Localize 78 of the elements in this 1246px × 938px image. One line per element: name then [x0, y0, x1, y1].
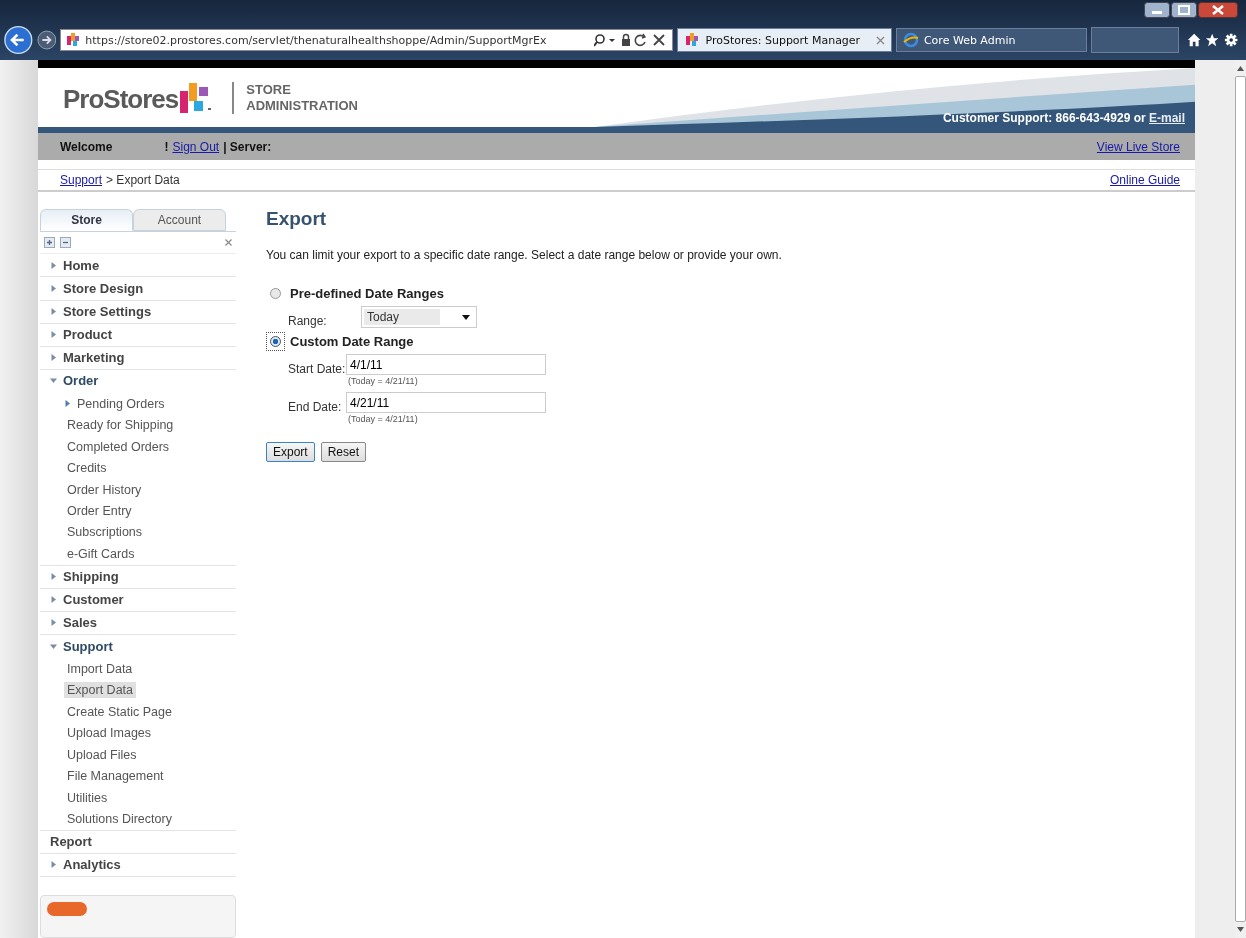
scroll-up-icon[interactable] — [1237, 66, 1244, 71]
home-icon[interactable] — [1187, 32, 1202, 48]
sidebar-item[interactable]: Marketing — [40, 346, 236, 370]
scrollbar-thumb[interactable] — [1235, 76, 1246, 922]
sidebar-subitem[interactable]: Solutions Directory — [64, 811, 175, 828]
sidebar-subitem[interactable]: Order History — [64, 481, 145, 498]
welcome-label: Welcome — [60, 139, 113, 154]
minimize-icon[interactable] — [1144, 2, 1170, 18]
radio-button[interactable] — [270, 287, 281, 299]
sidebar-subitem[interactable]: Utilities — [64, 789, 111, 806]
view-store-link[interactable]: View Live Store — [1096, 139, 1180, 154]
globe-icon — [902, 32, 919, 48]
expand-all-icon[interactable] — [44, 237, 55, 249]
sign-out-link[interactable]: Sign Out — [172, 139, 220, 154]
sidebar-item[interactable]: Store Settings — [40, 300, 236, 324]
option-label: Custom Date Range — [290, 333, 414, 349]
date-field[interactable]: 4/1/11 — [346, 354, 546, 375]
sidebar-tab[interactable]: Store — [40, 209, 133, 232]
today-note: (Today = 4/21/11) — [347, 375, 419, 388]
today-note: (Today = 4/21/11) — [347, 413, 419, 426]
option-label: Pre-defined Date Ranges — [290, 285, 444, 301]
scroll-down-icon[interactable] — [1237, 927, 1244, 932]
promo-button[interactable] — [47, 902, 87, 916]
sidebar-item[interactable]: Order — [40, 369, 236, 393]
sidebar-item[interactable]: Report — [40, 830, 236, 854]
caret-icon — [462, 314, 470, 320]
radio-button[interactable] — [270, 335, 281, 347]
email-link[interactable]: E-mail — [1149, 111, 1185, 125]
sidebar-item[interactable]: Store Design — [40, 277, 236, 301]
sidebar-subitem[interactable]: Import Data — [64, 660, 136, 677]
sidebar-subitem[interactable]: Pending Orders — [77, 395, 168, 412]
sidebar-item[interactable]: Home — [40, 254, 236, 278]
sidebar-item[interactable]: Product — [40, 323, 236, 347]
sidebar-subitem[interactable]: Export Data — [64, 682, 136, 699]
sidebar-item[interactable]: Sales — [40, 611, 236, 635]
sidebar-subitem[interactable]: Upload Files — [64, 746, 140, 763]
browser-tab[interactable]: ProStores: Support Manager — [677, 28, 892, 52]
sidebar-item[interactable]: Support — [40, 635, 236, 659]
sidebar-subitem[interactable]: Credits — [64, 460, 110, 477]
breadcrumb-link[interactable]: Support — [60, 173, 103, 187]
page-title: Export — [266, 208, 328, 230]
sidebar-item[interactable]: Shipping — [40, 565, 236, 589]
settings-icon[interactable] — [1223, 32, 1238, 48]
browser-tab[interactable]: Core Web Admin — [895, 28, 1088, 52]
forward-icon[interactable] — [36, 29, 57, 51]
sidebar-subitem[interactable]: Create Static Page — [64, 703, 175, 720]
sidebar-subitem[interactable]: Subscriptions — [64, 524, 146, 541]
back-icon[interactable] — [4, 24, 33, 56]
site-icon — [684, 33, 701, 47]
sidebar-item[interactable]: Analytics — [40, 853, 236, 877]
intro-text: You can limit your export to a specific date range. Select a date range below or provide your own. — [266, 248, 782, 262]
reset-button[interactable]: Reset — [320, 442, 367, 462]
support-info: Customer Support: 866-643-4929 or E-mail — [942, 111, 1185, 125]
sidebar-subitem[interactable]: Completed Orders — [64, 438, 173, 455]
maximize-icon[interactable] — [1171, 2, 1197, 18]
field-label: Range: — [288, 313, 328, 328]
sidebar-subitem[interactable]: Order Entry — [64, 503, 135, 519]
sidebar-tab[interactable]: Account — [133, 209, 226, 232]
admin-title: STORE ADMINISTRATION — [232, 81, 358, 114]
logo-text: ProStores — [63, 83, 179, 115]
caret-icon — [64, 400, 71, 408]
sidebar-item[interactable]: Customer — [40, 588, 236, 612]
address-bar[interactable]: https://store02.prostores.com/servlet/thenaturalhealthshoppe/Admin/SupportMgrEx — [60, 29, 674, 51]
server-label: | Server: — [223, 139, 272, 154]
export-button[interactable]: Export — [266, 442, 315, 462]
sidebar-subitem[interactable]: e-Gift Cards — [64, 545, 138, 562]
breadcrumb-current: > Export Data — [106, 173, 180, 187]
site-icon — [65, 33, 82, 47]
online-guide-link[interactable]: Online Guide — [1109, 173, 1180, 187]
sidebar-subitem[interactable]: File Management — [64, 768, 167, 785]
collapse-all-icon[interactable] — [60, 237, 71, 249]
date-field[interactable]: 4/21/11 — [346, 392, 546, 413]
close-icon[interactable] — [1198, 2, 1238, 18]
star-icon[interactable] — [1205, 32, 1220, 48]
range-dropdown[interactable]: Today — [361, 306, 477, 328]
sidebar-subitem[interactable]: Upload Images — [64, 725, 155, 742]
sidebar-subitem[interactable]: Ready for Shipping — [64, 417, 177, 434]
exclamation-text: ! — [164, 139, 169, 154]
